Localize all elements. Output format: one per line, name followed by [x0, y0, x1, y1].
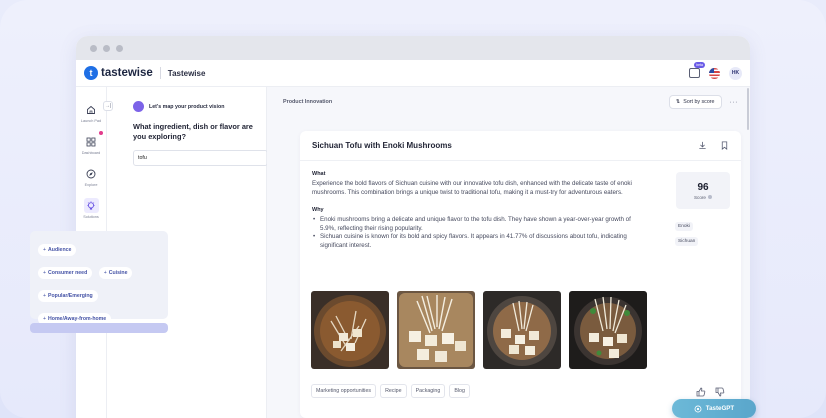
- app-header: t tastewise Tastewise beta HK: [76, 60, 750, 87]
- nav-item-launch-pad[interactable]: Launch Pad: [81, 102, 101, 123]
- why-label: Why: [312, 207, 324, 214]
- vision-icon: [133, 101, 144, 112]
- tag-enoki: Enoki: [675, 222, 693, 231]
- window-chrome: [76, 36, 750, 60]
- card-body-text: What Experience the bold flavors of Sich…: [300, 161, 645, 251]
- sort-button[interactable]: ⇅ Sort by score: [668, 95, 722, 109]
- content-tags: Marketing opportunities Recipe Packaging…: [311, 384, 470, 398]
- more-options-icon[interactable]: ···: [730, 99, 739, 106]
- chip-label: Home/Away-from-home: [48, 316, 107, 322]
- bookmark-icon[interactable]: [720, 141, 729, 150]
- chip-label: Audience: [48, 247, 72, 253]
- vision-header: Let's map your product vision: [133, 101, 256, 112]
- why-item: Enoki mushrooms bring a delicate and uni…: [312, 216, 633, 233]
- lightbulb-icon: [83, 198, 99, 213]
- tastegpt-label: TasteGPT: [705, 405, 735, 412]
- window-dot: [90, 44, 97, 52]
- photo-gallery: [311, 291, 647, 369]
- nav-item-explore[interactable]: Explore: [84, 166, 99, 187]
- nav-label: Solutions: [83, 215, 99, 219]
- chip-popular-emerging[interactable]: + Popular/Emerging: [38, 290, 98, 302]
- tag-sichuan: Sichuan: [675, 237, 699, 246]
- plus-icon: +: [43, 247, 47, 253]
- home-icon: [84, 102, 99, 117]
- chip-audience[interactable]: + Audience: [38, 244, 77, 256]
- concept-card: Sichuan Tofu with Enoki Mushrooms What E…: [300, 131, 741, 418]
- header-actions: beta HK: [689, 62, 742, 80]
- score-value: 96: [697, 181, 709, 193]
- sort-icon: ⇅: [675, 99, 681, 105]
- chip-cuisine[interactable]: + Cuisine: [98, 267, 133, 279]
- download-icon[interactable]: [698, 141, 707, 150]
- nav-label: Explore: [84, 183, 98, 187]
- nav-label: Dashboard: [81, 151, 101, 155]
- tag-packaging[interactable]: Packaging: [410, 384, 446, 398]
- nav-item-dashboard[interactable]: Dashboard: [81, 131, 104, 155]
- tastegpt-icon: [694, 405, 702, 412]
- score-label: Score: [693, 194, 706, 200]
- tag-blog[interactable]: Blog: [449, 384, 470, 398]
- plus-icon: +: [43, 270, 47, 276]
- vision-text: Let's map your product vision: [149, 103, 225, 110]
- notification-dot: [99, 131, 104, 135]
- dish-photo[interactable]: [483, 291, 561, 369]
- window-dot: [116, 44, 123, 52]
- nav-label: Launch Pad: [80, 119, 102, 123]
- question-heading: What ingredient, dish or flavor are you …: [133, 122, 253, 141]
- chip-consumer-need[interactable]: + Consumer need: [38, 267, 93, 279]
- what-text: Experience the bold flavors of Sichuan c…: [312, 180, 632, 196]
- card-title: Sichuan Tofu with Enoki Mushrooms: [312, 141, 452, 150]
- logo-text[interactable]: tastewise: [101, 67, 153, 79]
- plus-icon: +: [103, 270, 107, 276]
- score-box: 96 Score: [676, 172, 730, 209]
- card-header: Sichuan Tofu with Enoki Mushrooms: [300, 131, 741, 161]
- app-title: Tastewise: [167, 68, 206, 78]
- submit-button[interactable]: [30, 323, 168, 333]
- chip-label: Consumer need: [48, 270, 88, 276]
- info-icon[interactable]: [708, 195, 712, 199]
- sort-label: Sort by score: [683, 99, 715, 105]
- tastewise-logo-icon[interactable]: t: [84, 66, 98, 80]
- breadcrumb: Product Innovation: [283, 99, 333, 105]
- compass-icon: [84, 166, 99, 181]
- chat-icon[interactable]: beta: [689, 62, 705, 78]
- window-dot: [103, 44, 110, 52]
- dish-photo[interactable]: [569, 291, 647, 369]
- tag-recipe[interactable]: Recipe: [380, 384, 407, 398]
- plus-icon: +: [43, 293, 47, 299]
- dashboard-icon: [83, 131, 104, 149]
- thumbs-up-icon[interactable]: [696, 387, 706, 397]
- tastegpt-button[interactable]: TasteGPT: [672, 399, 756, 418]
- collapse-panel-button[interactable]: →|: [103, 101, 113, 111]
- thumbs-down-icon[interactable]: [715, 387, 725, 397]
- what-label: What: [312, 171, 326, 177]
- filter-chips-area: + Audience + Consumer need + Cuisine + Popul…: [30, 231, 168, 325]
- us-flag-icon[interactable]: [709, 67, 720, 79]
- why-item: Sichuan cuisine is known for its bold an…: [312, 233, 633, 250]
- card-actions: [698, 141, 729, 150]
- feedback-actions: [696, 387, 725, 397]
- chip-label: Popular/Emerging: [48, 293, 93, 299]
- scrollbar[interactable]: [747, 88, 749, 130]
- plus-icon: +: [43, 316, 47, 322]
- main-header: Product Innovation ⇅ Sort by score ···: [273, 87, 750, 117]
- beta-badge: beta: [694, 62, 705, 68]
- dish-photo[interactable]: [397, 291, 475, 369]
- ingredient-input[interactable]: tofu: [133, 150, 268, 166]
- nav-item-solutions[interactable]: Solutions: [83, 198, 99, 219]
- score-label-row: Score: [694, 195, 712, 200]
- avatar[interactable]: HK: [729, 66, 742, 80]
- tag-marketing[interactable]: Marketing opportunities: [311, 384, 377, 398]
- divider: [159, 67, 161, 79]
- dish-photo[interactable]: [311, 291, 389, 369]
- why-list: Enoki mushrooms bring a delicate and uni…: [312, 216, 633, 250]
- chip-label: Cuisine: [108, 270, 128, 276]
